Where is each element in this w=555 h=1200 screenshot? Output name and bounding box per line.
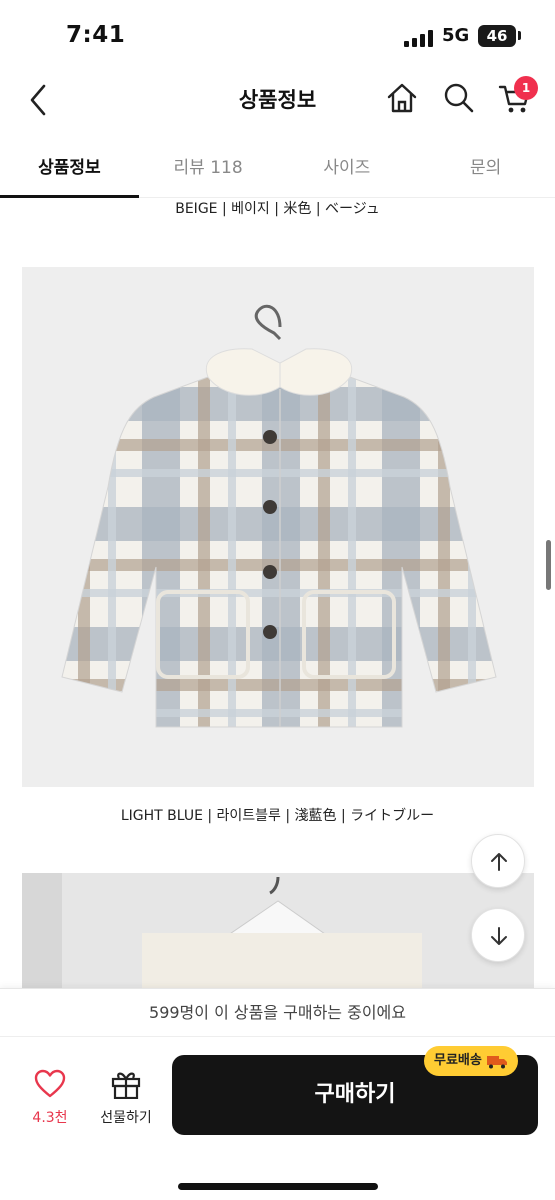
tab-reviews[interactable]: 리뷰 118	[139, 140, 278, 197]
purchase-bar: 599명이 이 상품을 구매하는 중이에요 4.3천 선물하기 구매하기 무료배…	[0, 988, 555, 1200]
product-photo-light-blue	[22, 267, 534, 787]
free-shipping-label: 무료배송	[434, 1053, 482, 1068]
color-caption-beige: BEIGE | 베이지 | 米色 | ベージュ	[175, 201, 380, 217]
scroll-down-button[interactable]	[471, 908, 525, 962]
tab-product-info[interactable]: 상품정보	[0, 140, 139, 198]
signal-icon	[404, 29, 434, 47]
status-bar: 7:41 5G 46	[0, 0, 555, 70]
gift-icon	[111, 1072, 141, 1100]
truck-icon	[486, 1056, 507, 1069]
purchase-activity-text: 599명이 이 상품을 구매하는 중이에요	[0, 989, 555, 1037]
battery-level: 46	[486, 27, 508, 45]
battery-tip	[518, 31, 521, 40]
home-indicator	[178, 1183, 378, 1190]
gift-button[interactable]: 선물하기	[92, 1069, 160, 1127]
search-icon	[444, 83, 474, 113]
app-header: 상품정보 1	[0, 70, 555, 130]
status-time: 7:41	[66, 22, 126, 48]
gift-label: 선물하기	[100, 1110, 152, 1126]
product-photo-next	[22, 873, 534, 988]
battery-icon: 46	[478, 25, 516, 47]
free-shipping-badge: 무료배송	[424, 1046, 518, 1076]
home-button[interactable]	[384, 80, 420, 116]
heart-icon	[34, 1069, 66, 1098]
search-button[interactable]	[441, 80, 477, 116]
product-tabs: 상품정보 리뷰 118 사이즈 문의	[0, 140, 555, 198]
wishlist-count: 4.3천	[32, 1110, 68, 1126]
arrow-down-icon	[491, 927, 507, 945]
scroll-up-button[interactable]	[471, 834, 525, 888]
tab-size[interactable]: 사이즈	[278, 140, 417, 197]
wishlist-button[interactable]: 4.3천	[22, 1069, 78, 1127]
color-caption-light-blue: LIGHT BLUE | 라이트블루 | 淺藍色 | ライトブルー	[120, 808, 435, 824]
network-label: 5G	[442, 25, 470, 46]
tab-inquiry[interactable]: 문의	[416, 140, 555, 197]
home-icon	[387, 83, 417, 113]
cart-count-badge: 1	[514, 76, 538, 100]
arrow-up-icon	[491, 853, 507, 871]
scroll-indicator[interactable]	[546, 540, 551, 590]
